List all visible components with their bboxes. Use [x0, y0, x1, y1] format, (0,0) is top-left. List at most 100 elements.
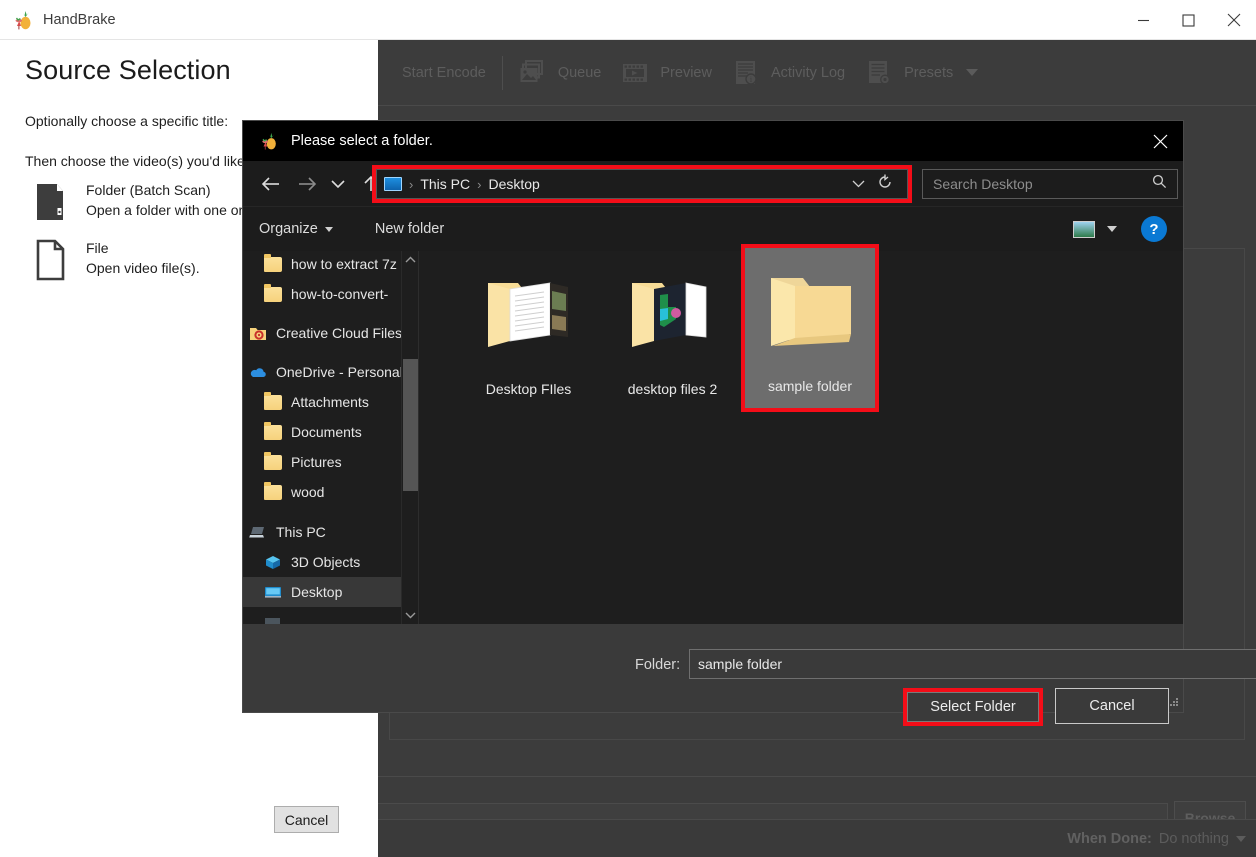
folder-icon: [264, 425, 282, 440]
this-pc-icon: [384, 177, 402, 191]
chevron-down-icon[interactable]: [1107, 226, 1117, 232]
folder-icon: [264, 395, 282, 410]
folder-icon: [33, 180, 69, 224]
chevron-up-icon[interactable]: [402, 251, 418, 269]
tree-scrollbar[interactable]: [401, 251, 418, 624]
refresh-icon[interactable]: [877, 174, 893, 195]
chevron-down-icon: [325, 227, 333, 232]
organize-button[interactable]: Organize: [259, 221, 333, 237]
folder-field-label: Folder:: [635, 657, 680, 673]
tree-item-label: Desktop: [291, 584, 342, 600]
handbrake-main-window: HandBrake Start Encode: [0, 0, 1256, 857]
breadcrumb-desktop[interactable]: Desktop: [488, 176, 539, 192]
dialog-navigation-bar: › This PC › Desktop Searc: [243, 161, 1183, 206]
tree-item-label: how-to-convert-: [291, 286, 388, 302]
documents-icon: [264, 615, 282, 625]
tree-item-creative-cloud-files[interactable]: Creative Cloud Files: [243, 318, 401, 348]
file-item-desktop-files[interactable]: Desktop FIles: [461, 255, 596, 405]
resize-grip-icon[interactable]: [1169, 698, 1179, 708]
tree-item-3d-objects[interactable]: 3D Objects: [243, 547, 401, 577]
file-item-label: desktop files 2: [605, 381, 740, 397]
folder-icon: [264, 287, 282, 302]
chevron-down-icon[interactable]: [402, 606, 418, 624]
breadcrumb-this-pc[interactable]: This PC: [420, 176, 470, 192]
chevron-down-icon: [966, 69, 978, 76]
help-icon[interactable]: ?: [1141, 216, 1167, 242]
tree-item-label: 3D Objects: [291, 554, 360, 570]
handbrake-toolbar: Start Encode Queue: [378, 40, 1256, 106]
new-folder-button[interactable]: New folder: [375, 221, 444, 237]
breadcrumb-separator: ›: [409, 177, 413, 192]
file-item-label: Desktop FIles: [461, 381, 596, 397]
toolbar-start-encode[interactable]: Start Encode: [392, 49, 496, 97]
back-arrow-icon[interactable]: [257, 161, 285, 206]
source-option-file[interactable]: File Open video file(s).: [33, 238, 200, 282]
handbrake-pineapple-icon: [12, 9, 34, 31]
when-done-value[interactable]: Do nothing: [1159, 831, 1229, 847]
tree-item-desktop[interactable]: Desktop: [243, 577, 401, 607]
title-choose-label: Optionally choose a specific title:: [25, 113, 228, 129]
tree-item-documents[interactable]: Documents: [243, 417, 401, 447]
folder-icon: [264, 485, 282, 500]
handbrake-statusbar: When Done: Do nothing: [378, 819, 1256, 857]
file-item-sample-folder[interactable]: sample folder: [745, 248, 875, 408]
desktop-monitor-icon: [264, 585, 282, 600]
toolbar-queue[interactable]: Queue: [509, 49, 612, 97]
recent-locations-chevron-down-icon[interactable]: [327, 161, 349, 206]
toolbar-start-encode-label: Start Encode: [402, 65, 486, 81]
tree-item-attachments[interactable]: Attachments: [243, 387, 401, 417]
view-layout-icon[interactable]: [1073, 221, 1095, 238]
creative-cloud-folder-icon: [249, 326, 267, 341]
tree-item-this-pc[interactable]: This PC: [243, 517, 401, 547]
tree-item-label: OneDrive - Personal: [276, 364, 403, 380]
source-option-file-subtitle: Open video file(s).: [86, 258, 200, 278]
maximize-icon[interactable]: [1166, 0, 1211, 40]
window-controls: [1121, 0, 1256, 40]
tree-item-how-to-extract[interactable]: how to extract 7z: [243, 251, 401, 279]
tree-scrollbar-thumb[interactable]: [403, 359, 418, 491]
empty-folder-icon: [761, 268, 859, 354]
folder-icon: [264, 455, 282, 470]
tree-item-label: how to extract 7z: [291, 256, 397, 272]
close-icon[interactable]: [1211, 0, 1256, 40]
organize-label: Organize: [259, 221, 318, 237]
toolbar-activity-log[interactable]: i Activity Log: [722, 49, 855, 97]
forward-arrow-icon[interactable]: [293, 161, 321, 206]
tree-item-label: Pictures: [291, 454, 342, 470]
dialog-titlebar: Please select a folder.: [243, 121, 1183, 161]
tree-item-label: wood: [291, 484, 324, 500]
tree-item-partial[interactable]: [243, 607, 401, 624]
toolbar-activity-log-label: Activity Log: [771, 65, 845, 81]
address-bar[interactable]: › This PC › Desktop: [376, 169, 908, 199]
chevron-down-icon[interactable]: [1236, 836, 1246, 842]
close-icon[interactable]: [1137, 121, 1183, 161]
dialog-content: how to extract 7z how-to-convert-: [243, 251, 1183, 624]
search-placeholder: Search Desktop: [933, 176, 1033, 192]
tree-item-wood[interactable]: wood: [243, 477, 401, 507]
folder-name-input[interactable]: sample folder: [689, 649, 1256, 679]
dialog-cancel-button[interactable]: Cancel: [1055, 688, 1169, 724]
tree-item-label: Creative Cloud Files: [276, 325, 402, 341]
select-folder-dialog: Please select a folder. ›: [243, 121, 1183, 712]
source-option-folder[interactable]: Folder (Batch Scan) Open a folder with o…: [33, 180, 243, 224]
tree-item-pictures[interactable]: Pictures: [243, 447, 401, 477]
file-item-desktop-files-2[interactable]: desktop files 2: [605, 255, 740, 405]
minimize-icon[interactable]: [1121, 0, 1166, 40]
page-title: Source Selection: [25, 55, 231, 86]
toolbar-preview[interactable]: Preview: [611, 49, 722, 97]
select-folder-highlight: Select Folder: [903, 688, 1043, 726]
toolbar-preview-label: Preview: [660, 65, 712, 81]
tree-item-onedrive-personal[interactable]: OneDrive - Personal: [243, 357, 401, 387]
3d-objects-icon: [264, 555, 282, 570]
select-folder-button[interactable]: Select Folder: [907, 692, 1039, 722]
toolbar-presets[interactable]: Presets: [855, 49, 988, 97]
chevron-down-icon[interactable]: [852, 177, 865, 191]
folder-with-documents-icon: [624, 269, 722, 355]
folder-icon: [264, 257, 282, 272]
handbrake-pineapple-icon: [259, 131, 279, 151]
tree-item-how-to-convert[interactable]: how-to-convert-: [243, 279, 401, 309]
handbrake-titlebar: HandBrake: [0, 0, 1256, 40]
tree-item-label: This PC: [276, 524, 326, 540]
search-input[interactable]: Search Desktop: [922, 169, 1178, 199]
cancel-button[interactable]: Cancel: [274, 806, 339, 833]
